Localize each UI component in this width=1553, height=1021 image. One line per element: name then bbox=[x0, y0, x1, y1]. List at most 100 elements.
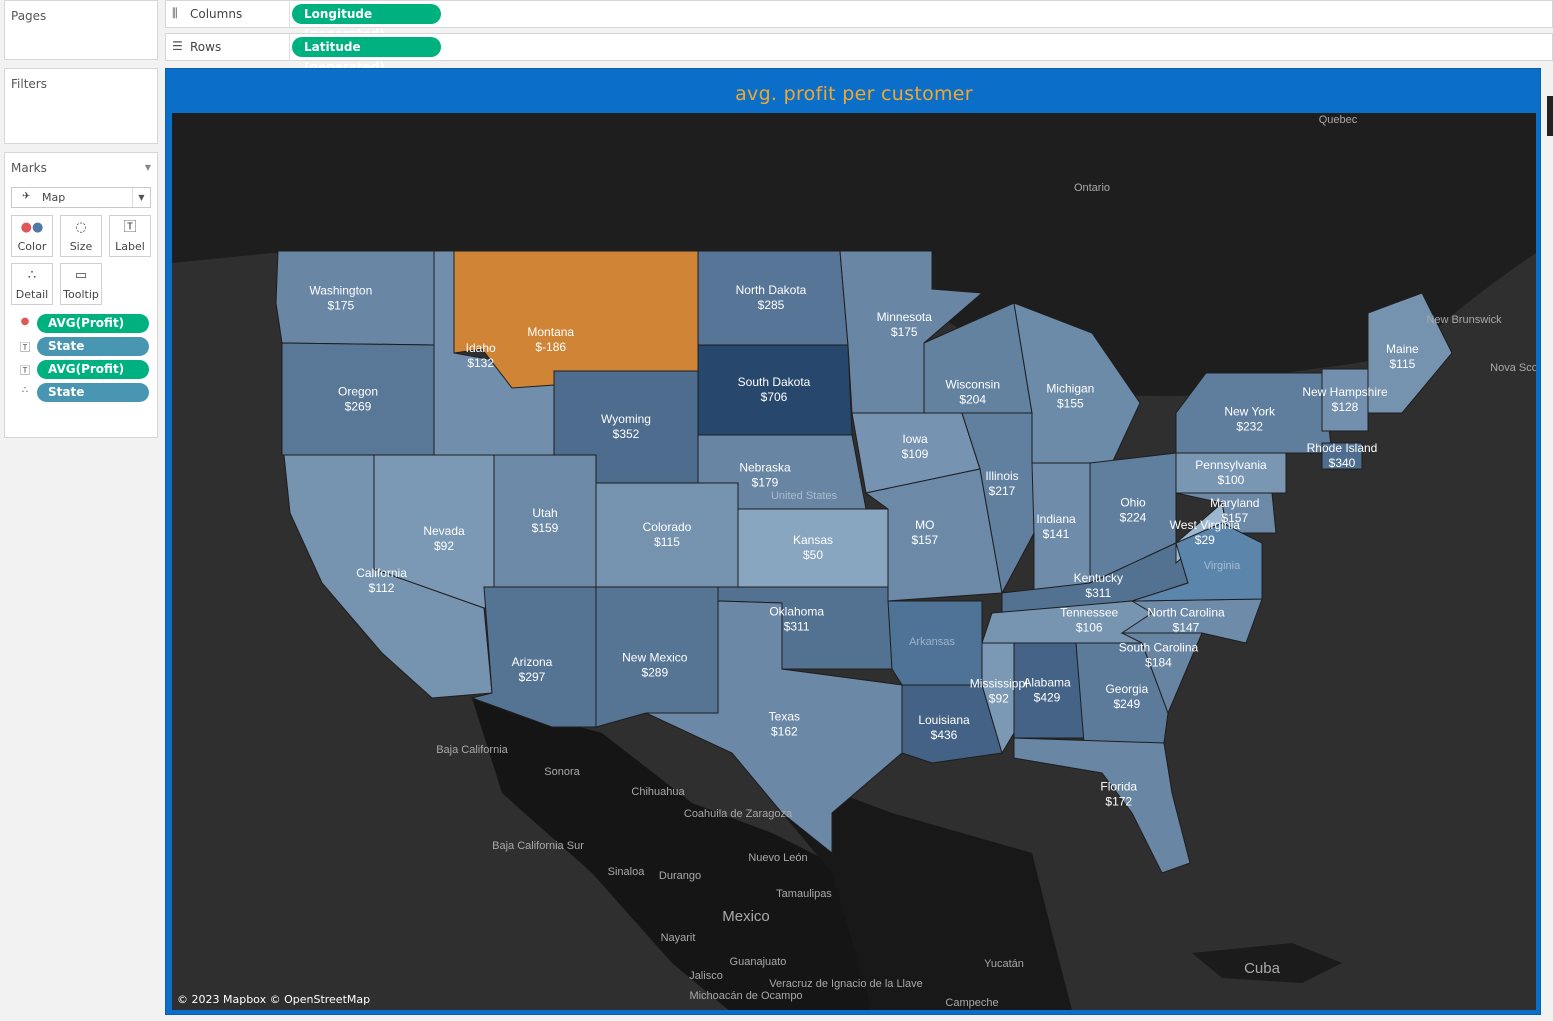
state-name-label: Minnesota bbox=[877, 310, 933, 324]
state-value-label: $179 bbox=[752, 476, 779, 490]
color-icon: ● bbox=[20, 316, 30, 327]
state-value-label: $157 bbox=[911, 533, 938, 547]
columns-shelf[interactable]: ⫼ Columns Longitude (generated) bbox=[165, 0, 1553, 41]
rows-icon: ☰ bbox=[172, 39, 183, 53]
basemap-place-label: Jalisco bbox=[689, 970, 723, 982]
rows-shelf[interactable]: ☰ Rows Latitude (generated) bbox=[165, 33, 1553, 74]
basemap-place-label: Guanajuato bbox=[730, 956, 787, 968]
basemap-place-label: Nayarit bbox=[661, 932, 696, 944]
state-name-label: Maryland bbox=[1210, 496, 1259, 510]
color-button[interactable]: ●● Color bbox=[11, 215, 53, 257]
viz-title: avg. profit per customer bbox=[735, 83, 973, 105]
state-name-label: Alabama bbox=[1023, 676, 1071, 690]
color-label: Color bbox=[17, 240, 47, 253]
state-value-label: $92 bbox=[434, 539, 454, 553]
chevron-down-icon[interactable]: ▼ bbox=[145, 163, 151, 172]
columns-icon: ⫼ bbox=[172, 6, 178, 20]
state-name-label: Kentucky bbox=[1074, 571, 1123, 585]
state-value-label: $50 bbox=[803, 548, 823, 562]
basemap-place-label: Durango bbox=[659, 870, 701, 882]
avg-profit-label-pill[interactable]: AVG(Profit) bbox=[37, 360, 149, 379]
state-value-label: $162 bbox=[771, 724, 798, 738]
basemap-place-label: Nova Sco bbox=[1490, 362, 1536, 374]
state-value-label: $115 bbox=[1389, 357, 1415, 371]
basemap-place-label: Quebec bbox=[1319, 114, 1358, 126]
state-value-label: $269 bbox=[345, 400, 372, 414]
longitude-pill[interactable]: Longitude (generated) bbox=[292, 4, 441, 41]
state-name-label: Nebraska bbox=[739, 461, 791, 475]
mark-type-dropdown[interactable]: ✈ Map ▼ bbox=[11, 187, 151, 208]
pages-card[interactable]: Pages bbox=[4, 0, 158, 60]
state-value-label: $141 bbox=[1043, 527, 1070, 541]
state-name-label: Montana bbox=[527, 325, 574, 339]
shelf-divider bbox=[289, 1, 290, 27]
text-icon: 🅃 bbox=[123, 220, 137, 235]
basemap-place-label: Baja California bbox=[436, 744, 508, 756]
state-value-label: $311 bbox=[784, 619, 810, 633]
state-detail-pill[interactable]: State bbox=[37, 383, 149, 402]
basemap-place-label: Arkansas bbox=[909, 636, 955, 648]
viz-worksheet: avg. profit per customer Washington $175 O… bbox=[165, 68, 1541, 1015]
map-icon: ✈ bbox=[22, 191, 31, 202]
state-value-label: $289 bbox=[641, 665, 668, 679]
basemap-place-label: Cuba bbox=[1244, 960, 1281, 977]
state-name-label: Indiana bbox=[1036, 512, 1076, 526]
state-value-label: $157 bbox=[1221, 511, 1248, 525]
state-value-label: $106 bbox=[1076, 621, 1103, 635]
state-name-label: Wisconsin bbox=[945, 377, 1000, 391]
basemap-place-label: Veracruz de Ignacio de la Llave bbox=[769, 978, 923, 990]
state-name-label: Georgia bbox=[1105, 682, 1148, 696]
basemap-place-label: Ontario bbox=[1074, 182, 1110, 194]
marks-title: Marks bbox=[11, 161, 47, 175]
state-value-label: $92 bbox=[989, 691, 1009, 705]
state-name-label: New York bbox=[1224, 405, 1276, 419]
tooltip-button[interactable]: ▭ Tooltip bbox=[60, 263, 102, 305]
detail-icon: ∴ bbox=[21, 385, 29, 396]
basemap-place-label: Baja California Sur bbox=[492, 840, 584, 852]
rows-label: Rows bbox=[190, 40, 222, 54]
state-name-label: Nevada bbox=[423, 524, 465, 538]
state-value-label: $184 bbox=[1145, 656, 1172, 670]
state-value-label: $155 bbox=[1057, 396, 1084, 410]
state-value-label: $204 bbox=[959, 392, 986, 406]
avg-profit-color-pill[interactable]: AVG(Profit) bbox=[37, 314, 149, 333]
state-value-label: $100 bbox=[1218, 473, 1245, 487]
state-value-label: $109 bbox=[902, 447, 929, 461]
state-name-label: Utah bbox=[532, 506, 557, 520]
state-name-label: North Dakota bbox=[736, 283, 807, 297]
state-name-label: South Carolina bbox=[1119, 641, 1199, 655]
state-value-label: $436 bbox=[931, 728, 958, 742]
state-value-label: $429 bbox=[1034, 691, 1061, 705]
state-value-label: $340 bbox=[1329, 456, 1356, 470]
latitude-pill[interactable]: Latitude (generated) bbox=[292, 37, 441, 74]
state-name-label: Louisiana bbox=[918, 713, 970, 727]
state-value-label: $132 bbox=[467, 356, 494, 370]
mark-type-value: Map bbox=[42, 191, 66, 204]
basemap-place-label: Yucatán bbox=[984, 958, 1024, 970]
text-icon: 🅃 bbox=[20, 343, 30, 354]
state-value-label: $172 bbox=[1105, 794, 1132, 808]
map-view[interactable]: Washington $175 Oregon $269 California $112 Ne… bbox=[172, 113, 1536, 1010]
state-label-pill[interactable]: State bbox=[37, 337, 149, 356]
map-svg[interactable]: Washington$175Oregon$269California$112Ne… bbox=[172, 113, 1536, 1010]
detail-button[interactable]: ∴ Detail bbox=[11, 263, 53, 305]
state-name-label: Idaho bbox=[466, 341, 496, 355]
state-name-label: Colorado bbox=[643, 520, 692, 534]
state-name-label: North Carolina bbox=[1147, 605, 1225, 619]
state-value-label: $-186 bbox=[535, 340, 566, 354]
size-button[interactable]: ◌ Size bbox=[60, 215, 102, 257]
state-name-label: Oklahoma bbox=[769, 604, 824, 618]
mark-pill-row: ∴ State bbox=[17, 383, 149, 403]
size-label: Size bbox=[69, 240, 93, 253]
label-button[interactable]: 🅃 Label bbox=[109, 215, 151, 257]
state-value-label: $115 bbox=[654, 535, 680, 549]
state-name-label: South Dakota bbox=[738, 375, 811, 389]
filters-card[interactable]: Filters bbox=[4, 68, 158, 144]
basemap-place-label: Campeche bbox=[945, 997, 998, 1009]
basemap-place-label: Michoacán de Ocampo bbox=[689, 990, 802, 1002]
tooltip-icon: ▭ bbox=[74, 268, 88, 283]
dropdown-arrow-icon[interactable]: ▼ bbox=[132, 188, 150, 207]
label-label: Label bbox=[115, 240, 145, 253]
state-name-label: Illinois bbox=[985, 469, 1018, 483]
state-region-washington[interactable] bbox=[275, 250, 435, 346]
